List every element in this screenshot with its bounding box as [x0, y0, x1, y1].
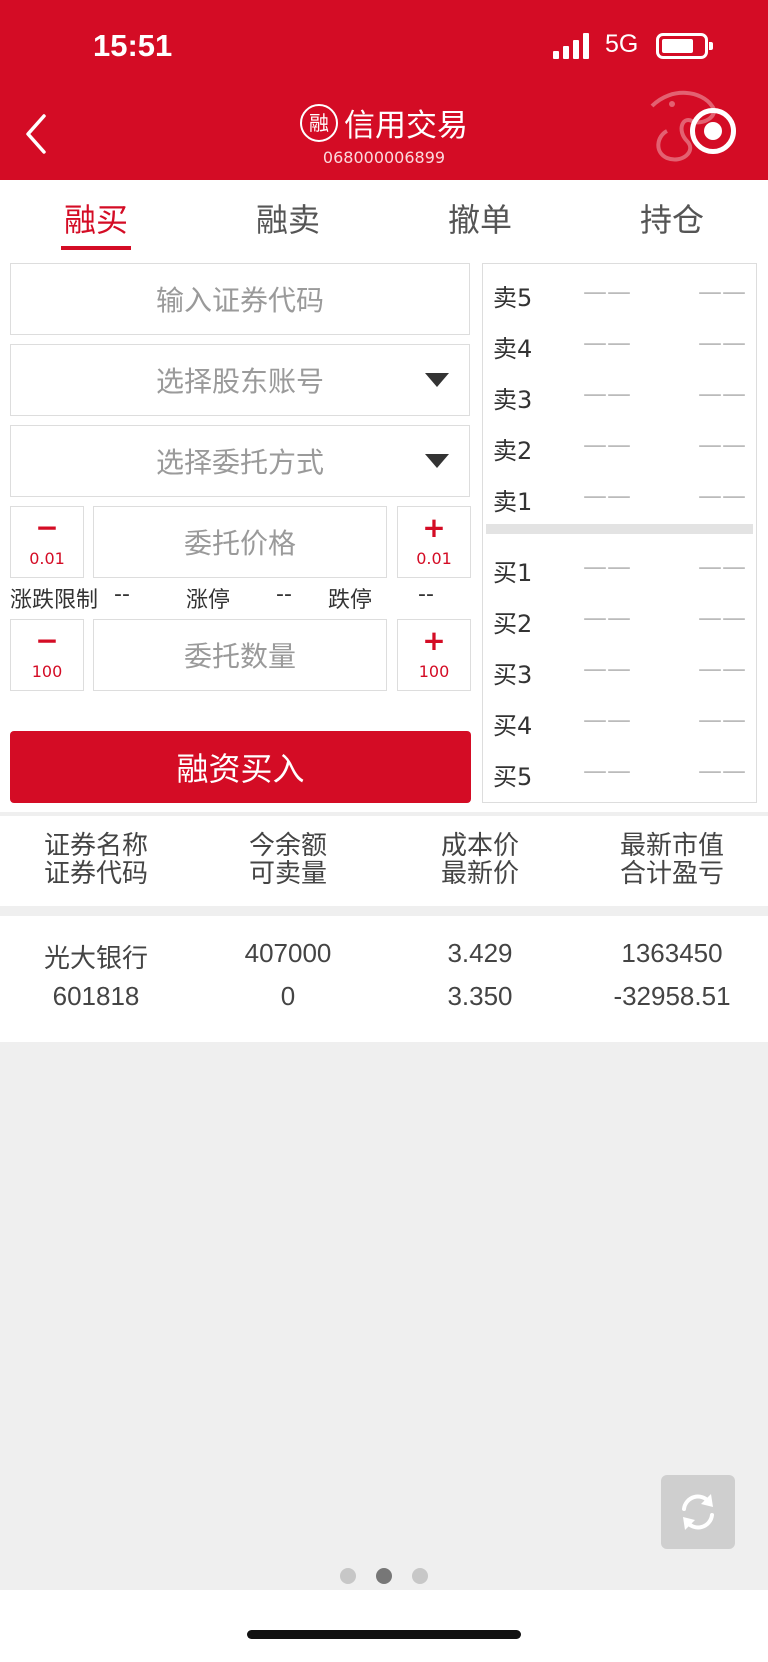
minus-icon: − — [35, 511, 59, 544]
title-text: 信用交易 — [344, 108, 468, 144]
security-name: 光大银行 — [43, 943, 148, 973]
order-book-row: 买1 —— —— — [493, 553, 746, 587]
limit-label: 涨跌限制 — [10, 588, 99, 613]
order-book: 卖5 —— —— 卖4 —— —— 卖3 —— —— 卖2 —— —— 卖1 —— —— 买1 —— —… — [482, 263, 757, 803]
signal-icon — [553, 33, 593, 59]
quantity-step-amount: 100 — [418, 662, 450, 681]
limit-up-value: -- — [276, 582, 292, 607]
margin-buy-button[interactable]: 融资买入 — [10, 731, 471, 803]
entrust-price-input[interactable]: 委托价格 — [93, 506, 387, 578]
column-header: 今余额 可卖量 — [248, 831, 327, 889]
market-value: 1363450 — [621, 938, 723, 968]
order-book-row: 卖1 —— —— — [493, 482, 746, 516]
sellable-quantity: 0 — [280, 981, 296, 1011]
price-decrease-button[interactable]: − 0.01 — [10, 506, 84, 578]
home-indicator[interactable] — [247, 1630, 521, 1639]
order-book-row: 卖4 —— —— — [493, 329, 746, 363]
total-profit-loss: -32958.51 — [613, 981, 731, 1011]
tab-cancel-order[interactable]: 撤单 — [384, 195, 576, 241]
network-type: 5G — [605, 30, 639, 58]
tab-margin-buy[interactable]: 融买 — [0, 195, 192, 241]
order-book-row: 卖5 —— —— — [493, 278, 746, 312]
quantity-increase-button[interactable]: + 100 — [397, 619, 471, 691]
order-book-row: 卖3 —— —— — [493, 380, 746, 414]
tab-margin-sell[interactable]: 融卖 — [192, 195, 384, 241]
battery-icon — [656, 33, 713, 59]
limit-down-value: -- — [418, 582, 434, 607]
page-dot[interactable] — [340, 1568, 356, 1584]
quantity-step-amount: 100 — [31, 662, 63, 681]
order-book-row: 买3 —— —— — [493, 655, 746, 689]
limit-value: -- — [114, 582, 130, 607]
shareholder-account-placeholder: 选择股东账号 — [155, 365, 324, 398]
security-code-input[interactable]: 输入证券代码 — [10, 263, 470, 335]
order-book-row: 买2 —— —— — [493, 604, 746, 638]
page-dot[interactable] — [412, 1568, 428, 1584]
page-dot-active[interactable] — [376, 1568, 392, 1584]
column-header: 最新市值 合计盈亏 — [619, 831, 724, 889]
record-icon — [704, 122, 722, 140]
order-book-row: 卖2 —— —— — [493, 431, 746, 465]
dropdown-arrow-icon — [425, 454, 449, 468]
column-header: 成本价 最新价 — [440, 831, 519, 889]
limit-down-label: 跌停 — [328, 588, 373, 613]
latest-price: 3.350 — [447, 981, 513, 1011]
entrust-method-placeholder: 选择委托方式 — [155, 446, 324, 479]
entrust-method-select[interactable]: 选择委托方式 — [10, 425, 470, 497]
entrust-quantity-placeholder: 委托数量 — [183, 640, 296, 673]
shareholder-account-select[interactable]: 选择股东账号 — [10, 344, 470, 416]
refresh-icon — [682, 1494, 714, 1530]
order-book-row: 买4 —— —— — [493, 706, 746, 740]
dropdown-arrow-icon — [425, 373, 449, 387]
price-limits: 涨跌限制 -- 涨停 -- 跌停 -- — [10, 582, 470, 613]
refresh-button[interactable] — [661, 1475, 735, 1549]
security-code: 601818 — [52, 981, 140, 1011]
price-increase-button[interactable]: + 0.01 — [397, 506, 471, 578]
entrust-quantity-input[interactable]: 委托数量 — [93, 619, 387, 691]
record-button[interactable] — [690, 108, 736, 154]
table-row[interactable]: 光大银行 601818 407000 0 3.429 3.350 1363450… — [0, 916, 768, 1042]
bottom-bar — [0, 1590, 768, 1662]
current-balance: 407000 — [244, 938, 332, 968]
rong-badge-icon: 融 — [300, 103, 338, 142]
column-header: 证券名称 证券代码 — [43, 831, 148, 889]
plus-icon: + — [422, 624, 446, 657]
entrust-price-placeholder: 委托价格 — [183, 527, 296, 560]
active-tab-indicator — [61, 246, 131, 250]
order-book-divider — [486, 524, 753, 534]
minus-icon: − — [35, 624, 59, 657]
limit-up-label: 涨停 — [186, 588, 231, 613]
security-code-placeholder: 输入证券代码 — [155, 284, 324, 317]
tab-positions[interactable]: 持仓 — [576, 195, 768, 241]
app-header: 15:51 5G 融信用交易 068000006899 — [0, 0, 768, 180]
cost-price: 3.429 — [447, 938, 513, 968]
order-book-row: 买5 —— —— — [493, 757, 746, 791]
plus-icon: + — [422, 511, 446, 544]
quantity-decrease-button[interactable]: − 100 — [10, 619, 84, 691]
status-time: 15:51 — [93, 28, 173, 63]
price-step-amount: 0.01 — [29, 549, 65, 568]
price-step-amount: 0.01 — [416, 549, 452, 568]
positions-header: 证券名称 证券代码 今余额 可卖量 成本价 最新价 最新市值 合计盈亏 — [0, 816, 768, 906]
tab-bar: 融买 融卖 撤单 持仓 — [0, 180, 768, 252]
